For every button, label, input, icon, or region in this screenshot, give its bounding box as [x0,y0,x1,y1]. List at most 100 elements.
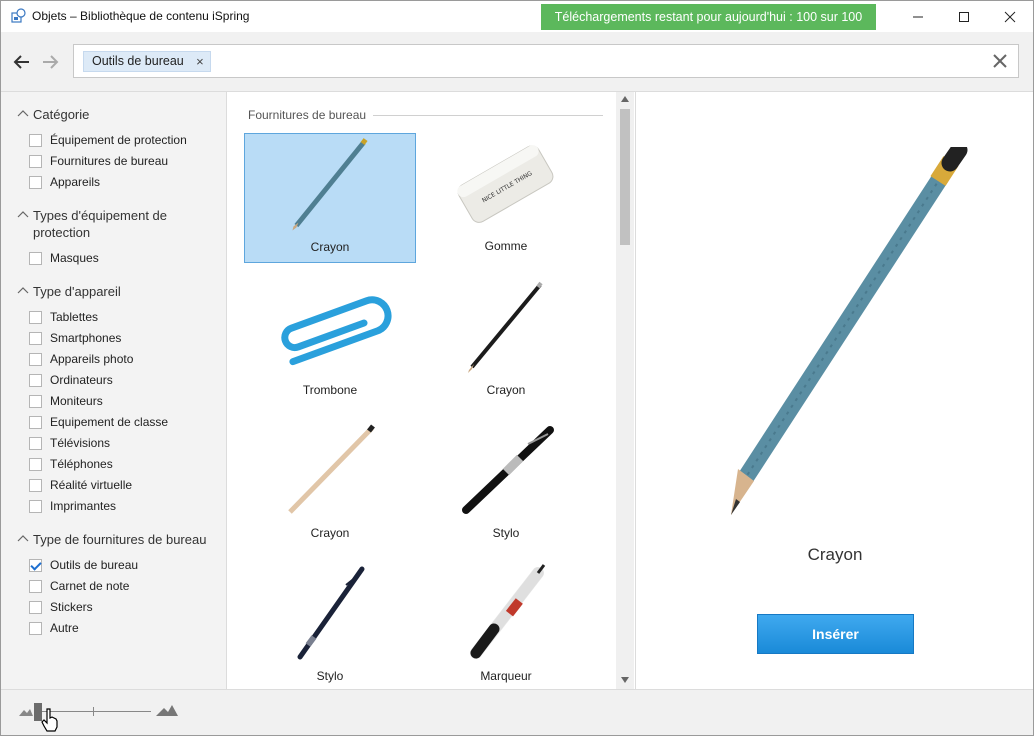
minimize-icon [913,16,923,17]
navigation-bar: Outils de bureau × [1,32,1033,92]
checkbox[interactable] [29,310,42,324]
back-arrow-icon[interactable] [11,51,33,73]
preview-panel: Crayon Insérer [635,92,1033,689]
group-header-office-supplies-type[interactable]: Type de fournitures de bureau [17,531,206,548]
filter-option[interactable]: Stickers [29,598,93,616]
wood-pencil-icon [288,424,375,514]
maximize-icon [959,11,969,22]
filter-option[interactable]: Appareils photo [29,350,133,368]
checkbox[interactable] [29,499,42,513]
scroll-up-arrow-icon[interactable] [621,96,629,102]
remove-chip-icon[interactable]: × [196,52,204,71]
checkbox[interactable] [29,251,42,265]
item-label: Marqueur [480,669,532,683]
checkbox[interactable] [29,175,42,189]
section-title: Fournitures de bureau [248,108,367,122]
filter-option[interactable]: Imprimantes [29,497,116,515]
preview-title: Crayon [807,545,863,564]
item-label: Crayon [310,240,350,254]
marker-icon [470,564,546,659]
checkbox[interactable] [29,373,42,387]
filter-option[interactable]: Carnet de note [29,577,129,595]
zoom-slider-tick [93,707,94,716]
minimize-button[interactable] [895,1,941,32]
grid-scrollbar[interactable] [616,92,634,689]
filter-option[interactable]: Télévisions [29,434,110,452]
zoom-in-icon[interactable] [156,703,178,716]
checkbox[interactable] [29,457,42,471]
item-label: Gomme [484,239,528,253]
filter-option[interactable]: Réalité virtuelle [29,476,132,494]
chevron-up-icon [17,110,29,117]
clear-search-icon[interactable] [991,52,1009,70]
group-header-category[interactable]: Catégorie [17,106,89,123]
zoom-out-icon[interactable] [19,706,33,716]
group-header-device-type[interactable]: Type d'appareil [17,283,121,300]
close-button[interactable] [987,1,1033,32]
paperclip-icon [281,296,392,366]
item-label: Stylo [316,669,344,683]
grid-item[interactable]: Stylo [420,420,592,550]
filter-option[interactable]: Smartphones [29,329,121,347]
forward-arrow-icon[interactable] [39,51,61,73]
checkbox[interactable] [29,579,42,593]
checkbox[interactable] [29,600,42,614]
filter-option[interactable]: Tablettes [29,308,98,326]
checkbox[interactable] [29,415,42,429]
filter-option[interactable]: Moniteurs [29,392,103,410]
filter-option[interactable]: Fournitures de bureau [29,152,168,170]
grid-item[interactable]: Crayon [420,277,592,407]
checkbox[interactable] [29,621,42,635]
pencil-preview-image [731,147,968,515]
grid-item[interactable]: Stylo [244,563,416,689]
grid-item[interactable]: Trombone [244,277,416,407]
checkbox[interactable] [29,133,42,147]
scrollbar-thumb[interactable] [620,109,630,245]
checkbox[interactable] [29,352,42,366]
filter-chip[interactable]: Outils de bureau × [83,51,211,72]
section-divider [373,115,603,116]
grid-item[interactable]: NICE LITTLE THING Gomme [420,133,592,263]
checkbox[interactable] [29,331,42,345]
filter-option[interactable]: Autre [29,619,79,637]
item-label: Crayon [310,526,350,540]
chevron-up-icon [17,211,29,218]
checkbox[interactable] [29,394,42,408]
filter-option[interactable]: Téléphones [29,455,113,473]
blue-pencil-icon [292,138,368,231]
ballpoint-pen-icon [297,566,365,660]
filter-option[interactable]: Equipement de classe [29,413,168,431]
search-input[interactable]: Outils de bureau × [73,44,1019,78]
pen-icon [462,426,554,514]
item-label: Trombone [302,383,358,397]
filter-option[interactable]: Outils de bureau [29,556,138,574]
close-icon [1004,11,1016,22]
group-header-protection-types[interactable]: Types d'équipement de protection [17,207,167,241]
filter-option[interactable]: Ordinateurs [29,371,113,389]
checkbox[interactable] [29,154,42,168]
chevron-up-icon [17,535,29,542]
downloads-remaining-badge: Téléchargements restant pour aujourd'hui… [541,4,876,30]
checkbox[interactable] [29,436,42,450]
grid-item[interactable]: Crayon [244,420,416,550]
title-bar: Objets – Bibliothèque de contenu iSpring… [1,1,1033,32]
bottom-bar [1,689,1033,735]
filter-chip-label: Outils de bureau [92,54,184,68]
maximize-button[interactable] [941,1,987,32]
filter-option[interactable]: Masques [29,249,99,267]
window-title: Objets – Bibliothèque de contenu iSpring [32,9,250,23]
grid-item[interactable]: Marqueur [420,563,592,689]
app-window: Objets – Bibliothèque de contenu iSpring… [0,0,1034,736]
filter-option[interactable]: Équipement de protection [29,131,187,149]
scroll-down-arrow-icon[interactable] [621,677,629,683]
item-label: Stylo [492,526,520,540]
insert-button[interactable]: Insérer [757,614,914,654]
library-app-icon [11,8,26,23]
object-grid: Fournitures de bureau Crayon NICE LITTLE… [228,92,635,689]
filter-sidebar: Catégorie Équipement de protection Fourn… [1,92,227,689]
filter-option[interactable]: Appareils [29,173,100,191]
checkbox-checked[interactable] [29,558,42,572]
item-label: Crayon [486,383,526,397]
checkbox[interactable] [29,478,42,492]
grid-item-selected[interactable]: Crayon [244,133,416,263]
